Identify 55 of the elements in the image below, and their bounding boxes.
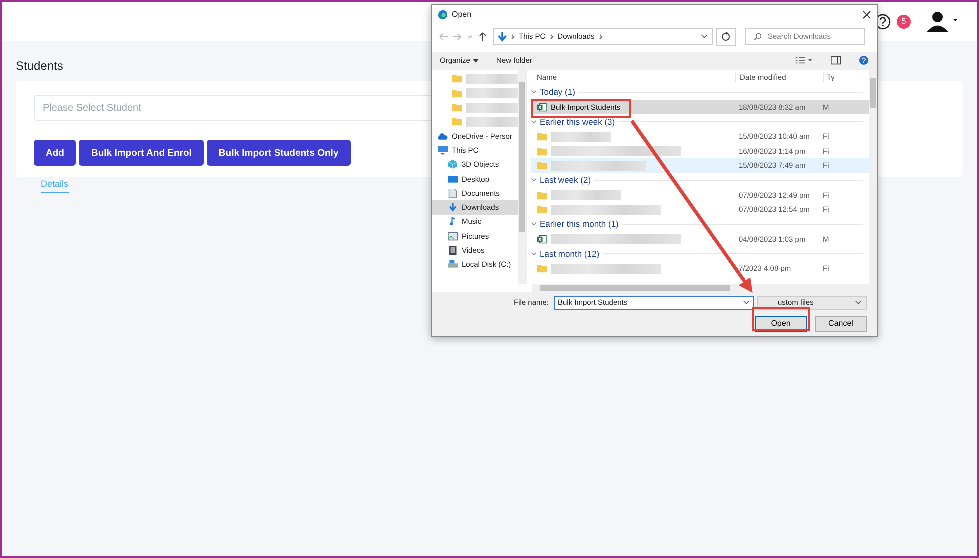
spreadsheet-file-icon (537, 102, 547, 112)
blurred-file-name (551, 190, 621, 200)
chevron-right-icon[interactable] (511, 34, 515, 40)
action-button[interactable]: Add (34, 140, 76, 166)
chevron-down-icon[interactable] (531, 252, 537, 256)
refresh-icon[interactable] (716, 28, 736, 46)
browser-logo-icon (438, 10, 448, 20)
action-button[interactable]: Bulk Import And Enrol (79, 140, 204, 166)
film-icon (448, 246, 458, 255)
chevron-down-icon[interactable] (743, 300, 750, 306)
cloud-icon (438, 132, 448, 141)
group-heading[interactable]: Today (1) (540, 87, 576, 98)
scrollbar[interactable] (518, 70, 526, 284)
chevron-down-icon[interactable] (531, 222, 537, 226)
blurred-folder-name (466, 74, 518, 84)
blurred-folder-name (466, 116, 518, 127)
dialog-button[interactable]: Cancel (815, 316, 867, 332)
chevron-down-icon[interactable] (531, 90, 537, 94)
user-avatar-icon[interactable] (927, 11, 959, 32)
computer-icon (438, 146, 448, 155)
download-arrow-icon (498, 32, 507, 42)
blurred-folder-name (466, 102, 518, 113)
page-title: Students (16, 59, 64, 73)
music-note-icon (448, 217, 458, 226)
caret-icon[interactable] (472, 59, 479, 64)
group-heading[interactable]: Earlier this month (1) (540, 219, 619, 230)
dialog-title: Open (452, 10, 472, 20)
search-icon (754, 32, 762, 41)
disk-drive-icon (448, 260, 458, 270)
scrollbar[interactable] (532, 284, 877, 292)
cube-icon (448, 160, 458, 170)
group-heading[interactable]: Last month (12) (540, 248, 600, 259)
notification-badge: 5 (897, 14, 911, 28)
picture-icon (448, 232, 458, 241)
chevron-down-icon[interactable] (531, 120, 537, 124)
chevron-down-icon[interactable] (531, 178, 537, 182)
close-icon[interactable] (863, 10, 871, 19)
help-icon[interactable] (875, 14, 891, 30)
desktop-icon (448, 174, 458, 184)
folder-icon (537, 264, 547, 274)
download-arrow-icon (448, 203, 458, 212)
chevron-right-icon[interactable] (550, 34, 554, 40)
preview-pane-icon[interactable] (831, 56, 841, 66)
chevron-right-icon[interactable] (598, 34, 603, 40)
group-heading[interactable]: Earlier this week (3) (540, 116, 616, 127)
spreadsheet-file-icon (537, 234, 547, 244)
chevron-down-icon[interactable] (701, 34, 708, 40)
group-heading[interactable]: Last week (2) (540, 175, 592, 186)
view-options-icon[interactable] (795, 56, 813, 66)
chevron-down-icon[interactable] (855, 300, 862, 306)
action-button[interactable]: Bulk Import Students Only (206, 140, 351, 166)
blurred-folder-name (466, 88, 518, 98)
blurred-file-name (551, 132, 611, 142)
highlight-box (752, 307, 810, 331)
document-icon (448, 188, 458, 198)
